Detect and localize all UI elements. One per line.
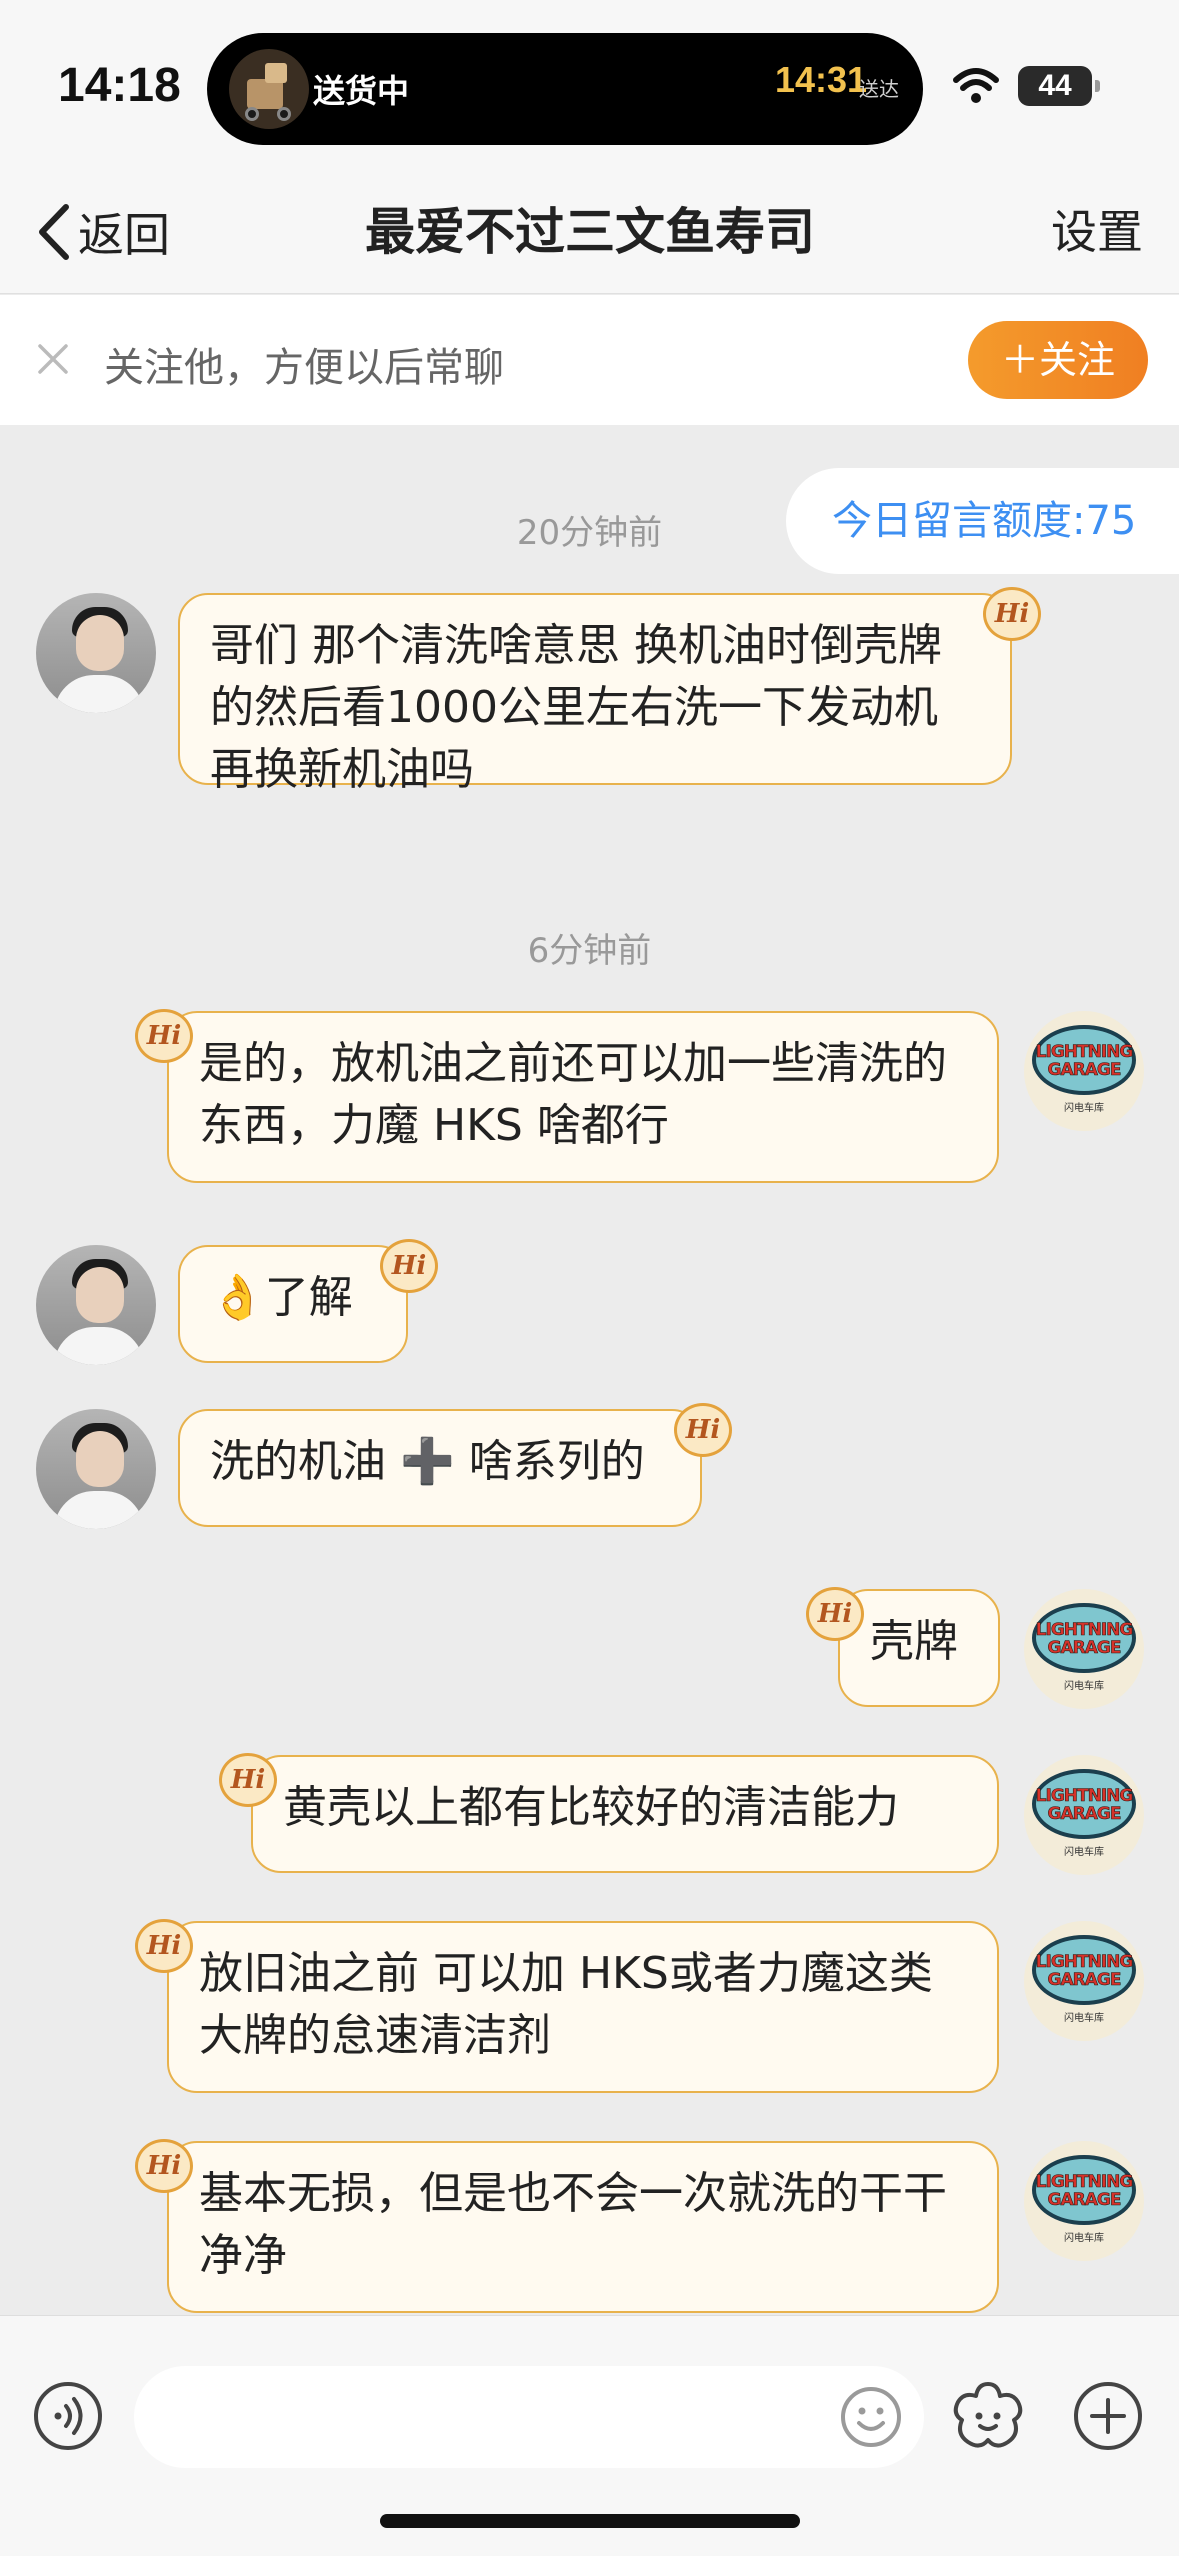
message-bubble[interactable]: 洗的机油 ➕ 啥系列的 <box>178 1409 702 1527</box>
contact-avatar[interactable] <box>36 1245 156 1365</box>
follow-hint: 关注他，方便以后常聊 <box>104 345 504 391</box>
message-quota[interactable]: 今日留言额度:75 <box>786 468 1179 574</box>
message-bubble[interactable]: 黄壳以上都有比较好的清洁能力 <box>251 1755 999 1873</box>
my-avatar[interactable]: LIGHTNING GARAGE 闪电车库 <box>1024 1921 1144 2041</box>
chat-title: 最爱不过三文鱼寿司 <box>365 203 815 261</box>
hi-badge-icon: Hi <box>380 1239 438 1293</box>
delivery-eta: 14:31 <box>775 59 868 100</box>
my-avatar[interactable]: LIGHTNING GARAGE 闪电车库 <box>1024 2141 1144 2261</box>
status-bar: 14:18 送货中 14:31 送达 44 <box>0 0 1179 170</box>
hi-badge-icon: Hi <box>135 2139 193 2193</box>
message-text: 洗的机油 ➕ 啥系列的 <box>210 1436 645 1487</box>
my-avatar[interactable]: LIGHTNING GARAGE 闪电车库 <box>1024 1755 1144 1875</box>
follow-banner: 关注他，方便以后常聊 ＋关注 <box>0 295 1179 425</box>
hi-badge-icon: Hi <box>219 1753 277 1807</box>
battery-icon: 44 <box>1018 66 1100 106</box>
hi-badge-icon: Hi <box>135 1919 193 1973</box>
message-text: 👌了解 <box>210 1272 353 1323</box>
contact-avatar[interactable] <box>36 1409 156 1529</box>
message-bubble[interactable]: 哥们 那个清洗啥意思 换机油时倒壳牌的然后看1000公里左右洗一下发动机再换新机… <box>178 593 1012 795</box>
nav-bar: 返回 最爱不过三文鱼寿司 设置 <box>0 170 1179 294</box>
delivery-status: 送货中 <box>313 72 410 110</box>
garage-logo-sub: 闪电车库 <box>1064 1847 1104 1858</box>
delivery-eta-label: 送达 <box>859 77 899 101</box>
message-input[interactable] <box>134 2366 924 2468</box>
garage-logo-sub: 闪电车库 <box>1064 2233 1104 2244</box>
input-bar <box>0 2315 1179 2556</box>
plus-icon[interactable] <box>1072 2380 1144 2452</box>
wifi-icon <box>953 68 999 103</box>
back-label: 返回 <box>78 208 170 262</box>
hi-badge-icon: Hi <box>806 1587 864 1641</box>
message-text: 基本无损，但是也不会一次就洗的干干净净 <box>199 2168 947 2281</box>
contact-avatar[interactable] <box>36 593 156 713</box>
follow-button[interactable]: ＋关注 <box>968 321 1148 399</box>
garage-logo-sub: 闪电车库 <box>1064 1103 1104 1114</box>
hi-badge-icon: Hi <box>983 587 1041 641</box>
message-text: 放旧油之前 可以加 HKS或者力魔这类大牌的怠速清洁剂 <box>199 1948 933 2061</box>
battery-level: 44 <box>1038 69 1072 102</box>
voice-icon[interactable] <box>32 2380 104 2452</box>
settings-button[interactable]: 设置 <box>1051 192 1143 272</box>
garage-logo-sub: 闪电车库 <box>1064 1681 1104 1692</box>
my-avatar[interactable]: LIGHTNING GARAGE 闪电车库 <box>1024 1011 1144 1131</box>
garage-logo: LIGHTNING GARAGE <box>1035 1042 1133 1080</box>
message-text: 壳牌 <box>870 1616 958 1667</box>
hi-badge-icon: Hi <box>674 1403 732 1457</box>
garage-logo: LIGHTNING GARAGE <box>1035 1952 1133 1990</box>
status-time: 14:18 <box>58 59 181 112</box>
message-text: 黄壳以上都有比较好的清洁能力 <box>283 1782 899 1833</box>
emoji-icon[interactable] <box>840 2386 902 2448</box>
garage-logo-sub: 闪电车库 <box>1064 2013 1104 2024</box>
chat-area[interactable]: 20分钟前 今日留言额度:75 哥们 那个清洗啥意思 换机油时倒壳牌的然后看10… <box>0 425 1179 2315</box>
timestamp: 6分钟前 <box>527 931 652 971</box>
dynamic-island-delivery[interactable]: 送货中 14:31 送达 <box>207 33 923 145</box>
delivery-truck-icon <box>229 49 309 129</box>
garage-logo: LIGHTNING GARAGE <box>1035 1786 1133 1824</box>
home-indicator <box>380 2514 800 2528</box>
hi-badge-icon: Hi <box>135 1009 193 1063</box>
message-text: 哥们 那个清洗啥意思 换机油时倒壳牌的然后看1000公里左右洗一下发动机再换新机… <box>210 620 942 795</box>
message-bubble[interactable]: 是的，放机油之前还可以加一些清洗的东西，力魔 HKS 啥都行 <box>167 1011 999 1183</box>
garage-logo: LIGHTNING GARAGE <box>1035 2172 1133 2210</box>
message-bubble[interactable]: 基本无损，但是也不会一次就洗的干干净净 <box>167 2141 999 2313</box>
message-bubble[interactable]: 👌了解 <box>178 1245 408 1363</box>
garage-logo: LIGHTNING GARAGE <box>1035 1620 1133 1658</box>
message-text: 是的，放机油之前还可以加一些清洗的东西，力魔 HKS 啥都行 <box>199 1038 947 1151</box>
close-icon[interactable] <box>30 336 76 382</box>
back-button[interactable]: 返回 <box>34 192 170 272</box>
chevron-left-icon <box>39 204 69 260</box>
sticker-icon[interactable] <box>950 2380 1026 2454</box>
message-bubble[interactable]: 放旧油之前 可以加 HKS或者力魔这类大牌的怠速清洁剂 <box>167 1921 999 2093</box>
my-avatar[interactable]: LIGHTNING GARAGE 闪电车库 <box>1024 1589 1144 1709</box>
